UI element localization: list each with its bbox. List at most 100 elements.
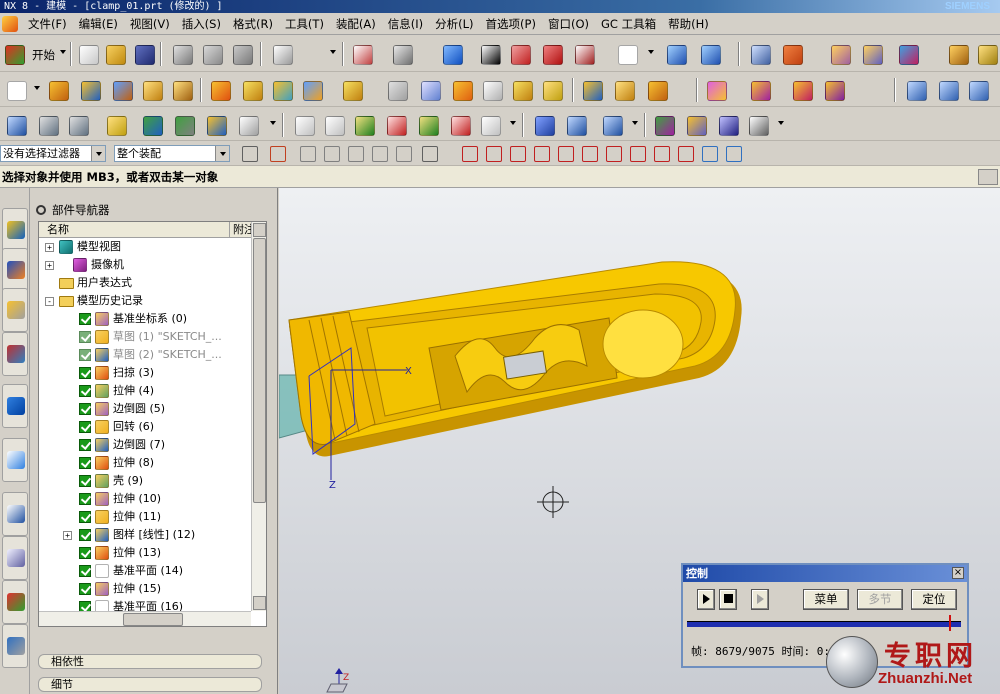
process-studio-tab-icon[interactable] (2, 536, 28, 580)
tree-node[interactable]: 草图 (1) "SKETCH_... (39, 328, 251, 346)
sketch-icon[interactable] (4, 78, 28, 102)
open-folder-icon[interactable] (103, 42, 127, 66)
visibility-checkbox[interactable] (79, 457, 91, 469)
pattern-icon[interactable] (208, 78, 232, 102)
split-body-icon[interactable] (385, 78, 409, 102)
scroll-down-icon[interactable] (253, 596, 266, 610)
tree-vertical-scrollbar[interactable] (251, 222, 266, 611)
axis-dropdown-icon[interactable] (778, 121, 784, 125)
reset-filter-icon[interactable] (240, 144, 258, 162)
system-scene-tab-icon[interactable] (2, 624, 28, 668)
menu-format[interactable]: 格式(R) (227, 14, 279, 34)
cut-icon[interactable] (170, 42, 194, 66)
paste-icon[interactable] (230, 42, 254, 66)
datum-icon[interactable] (704, 78, 728, 102)
visibility-checkbox[interactable] (79, 493, 91, 505)
close-button[interactable]: × (952, 567, 964, 579)
intersect-icon[interactable] (300, 78, 324, 102)
shell-icon[interactable] (510, 78, 534, 102)
expand-icon[interactable]: + (45, 243, 54, 252)
step-forward-button[interactable] (751, 589, 769, 610)
visibility-checkbox[interactable] (79, 313, 91, 325)
play-macro-icon[interactable] (896, 42, 920, 66)
menu-information[interactable]: 信息(I) (382, 14, 429, 34)
tree-node[interactable]: 拉伸 (15) (39, 580, 251, 598)
menu-analysis[interactable]: 分析(L) (429, 14, 479, 34)
visibility-checkbox[interactable] (79, 529, 91, 541)
scroll-up-icon[interactable] (253, 223, 266, 237)
locate-button[interactable]: 定位 (911, 589, 957, 610)
tree-node[interactable]: - 模型历史记录 (39, 292, 251, 310)
measure-body-icon[interactable] (600, 113, 624, 137)
column-name-header[interactable]: 名称 (47, 222, 69, 238)
mirror-icon[interactable] (748, 78, 772, 102)
instance-icon[interactable] (790, 78, 814, 102)
save-icon[interactable] (132, 42, 156, 66)
wave-link-icon[interactable] (104, 113, 128, 137)
visibility-checkbox[interactable] (79, 367, 91, 379)
details-section[interactable]: 细节 (38, 677, 262, 692)
solid-select-icon[interactable] (724, 144, 742, 162)
assembly-navigator-icon[interactable] (4, 113, 28, 137)
menu-file[interactable]: 文件(F) (22, 14, 73, 34)
tree-node[interactable]: 回转 (6) (39, 418, 251, 436)
start-icon[interactable] (2, 42, 26, 66)
move-component-icon[interactable] (172, 113, 196, 137)
tree-node[interactable]: 拉伸 (13) (39, 544, 251, 562)
chamfer-icon[interactable] (480, 78, 504, 102)
chevron-down-icon[interactable] (91, 146, 105, 161)
fit-view-icon[interactable] (350, 42, 374, 66)
curve-offset-icon[interactable] (322, 113, 346, 137)
view-orient-icon[interactable] (664, 42, 688, 66)
extrude-icon[interactable] (46, 78, 70, 102)
add-component-icon[interactable] (36, 113, 60, 137)
measure-distance-icon[interactable] (946, 42, 970, 66)
grid-icon[interactable] (716, 113, 740, 137)
visibility-checkbox[interactable] (79, 439, 91, 451)
scroll-thumb[interactable] (123, 613, 183, 626)
bounded-grid-icon[interactable] (700, 144, 718, 162)
view-rotate-icon[interactable] (698, 42, 722, 66)
quadrant-point-icon[interactable] (604, 144, 622, 162)
dome-feature[interactable] (602, 309, 684, 379)
curve-rule-icon[interactable] (298, 144, 316, 162)
menu-view[interactable]: 视图(V) (124, 14, 176, 34)
cylinder-icon[interactable] (532, 113, 556, 137)
system-materials-tab-icon[interactable] (2, 492, 28, 536)
edit-section-icon[interactable] (540, 42, 564, 66)
start-menu-label[interactable]: 开始 (32, 47, 55, 63)
reuse-library-tab-icon[interactable] (2, 332, 28, 376)
unite-icon[interactable] (240, 78, 264, 102)
bridge-dropdown-icon[interactable] (510, 121, 516, 125)
tree-node[interactable]: 草图 (2) "SKETCH_... (39, 346, 251, 364)
snap-point-icon[interactable] (268, 144, 286, 162)
menu-help[interactable]: 帮助(H) (662, 14, 715, 34)
scroll-thumb[interactable] (253, 238, 266, 503)
layers-icon[interactable] (748, 42, 772, 66)
boss-icon[interactable] (170, 78, 194, 102)
tree-node[interactable]: 壳 (9) (39, 472, 251, 490)
g1-continuity-icon[interactable] (384, 113, 408, 137)
compare-icon[interactable] (684, 113, 708, 137)
revolve-icon[interactable] (78, 78, 102, 102)
menu-preferences[interactable]: 首选项(P) (480, 14, 542, 34)
selection-scope-select[interactable]: 整个装配 (114, 145, 230, 162)
type-filter-select[interactable]: 没有选择过滤器 (0, 145, 106, 162)
assembly-constraint-icon[interactable] (140, 113, 164, 137)
new-file-icon[interactable] (76, 42, 100, 66)
scale-body-icon[interactable] (612, 78, 636, 102)
visibility-checkbox[interactable] (79, 349, 91, 361)
g0-continuity-icon[interactable] (352, 113, 376, 137)
tree-node[interactable]: + 摄像机 (39, 256, 251, 274)
edit-object-icon[interactable] (828, 42, 852, 66)
through-curves-icon[interactable] (936, 78, 960, 102)
section-view-icon[interactable] (508, 42, 532, 66)
visibility-checkbox[interactable] (79, 547, 91, 559)
tree-node[interactable]: 边倒圆 (5) (39, 400, 251, 418)
check-geometry-icon[interactable] (652, 113, 676, 137)
mid-point-icon[interactable] (508, 144, 526, 162)
component-rule-icon[interactable] (394, 144, 412, 162)
app-icon[interactable] (2, 15, 18, 32)
collapse-icon[interactable]: - (45, 297, 54, 306)
view-triad-icon[interactable]: Z (326, 668, 349, 693)
